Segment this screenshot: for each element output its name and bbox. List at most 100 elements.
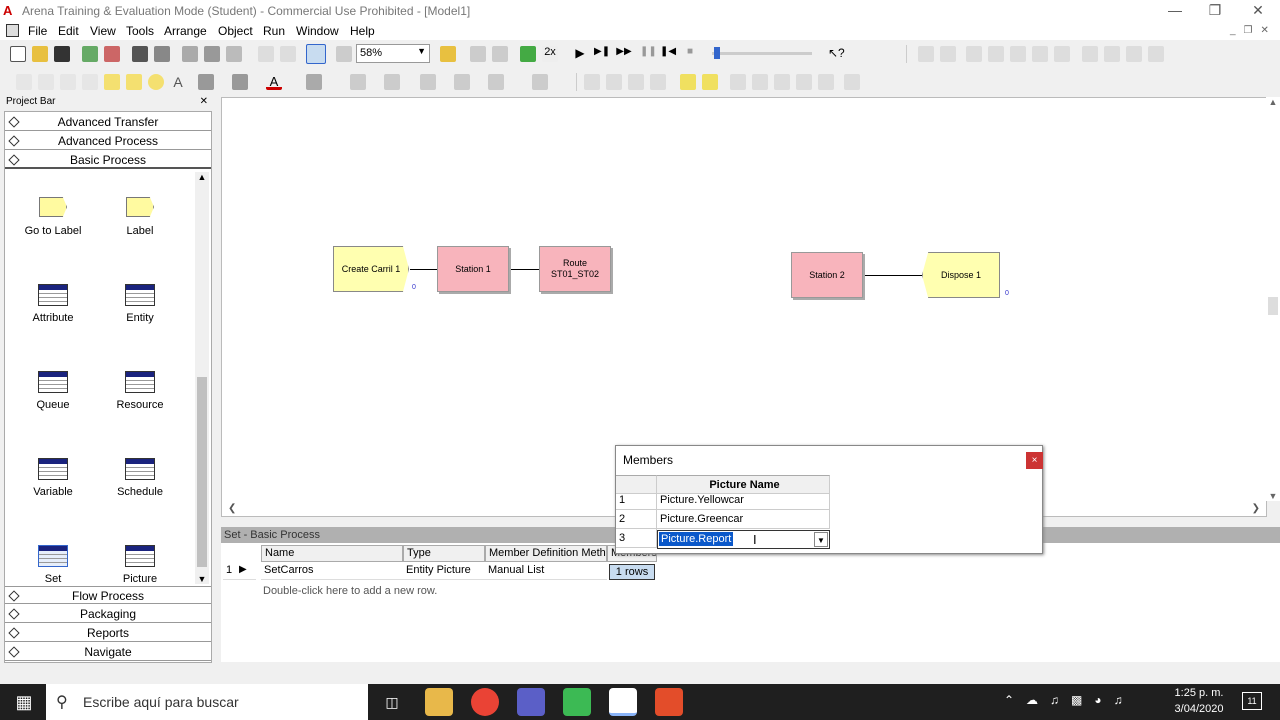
menu-help[interactable]: Help — [350, 24, 375, 38]
module-schedule[interactable]: Schedule — [100, 458, 180, 500]
end-icon[interactable]: ■ — [682, 46, 698, 62]
ellipse-icon[interactable] — [148, 74, 164, 90]
bezier-icon[interactable] — [82, 74, 98, 90]
start-over-icon[interactable]: ❚◀ — [660, 46, 676, 62]
document-menu-icon[interactable] — [6, 24, 19, 37]
connector-2[interactable] — [511, 269, 539, 270]
file-explorer-icon[interactable] — [425, 688, 453, 716]
member-row-3-select[interactable]: Picture.Report I ▼ — [657, 530, 830, 549]
show-dimensions-icon[interactable] — [532, 74, 548, 90]
zoom-icon[interactable] — [336, 46, 352, 62]
menu-edit[interactable]: Edit — [58, 24, 79, 38]
arrow-style-icon[interactable] — [420, 74, 436, 90]
station-icon[interactable] — [1148, 46, 1164, 62]
members-rows-button[interactable]: 1 rows — [609, 564, 655, 580]
arena-app-icon[interactable]: A — [3, 3, 18, 18]
module-picture[interactable]: Picture — [100, 545, 180, 587]
station-1-module[interactable]: Station 1 — [437, 246, 509, 292]
system-tray-icons[interactable]: ⌃☁♫▩◕♫ — [1004, 693, 1135, 707]
fill-pattern-icon[interactable] — [488, 74, 504, 90]
context-help-icon[interactable]: ↖? — [828, 46, 845, 62]
route-module[interactable]: Route ST01_ST02 — [539, 246, 611, 292]
text-icon[interactable]: A — [170, 74, 186, 90]
display-icon[interactable] — [520, 46, 536, 62]
copy-icon[interactable] — [204, 46, 220, 62]
queue-icon[interactable] — [1054, 46, 1070, 62]
panel-advanced-transfer[interactable]: Advanced Transfer — [5, 113, 211, 131]
module-variable[interactable]: Variable — [13, 458, 93, 500]
connect-icon[interactable] — [470, 46, 486, 62]
animate-date-icon[interactable] — [940, 46, 956, 62]
line-icon[interactable] — [16, 74, 32, 90]
menu-run[interactable]: Run — [263, 24, 285, 38]
step-icon[interactable]: ▶❚ — [594, 46, 610, 62]
search-input[interactable]: Escribe aquí para buscar — [83, 694, 239, 710]
panel-navigate[interactable]: Navigate — [5, 643, 211, 661]
zoom-select[interactable]: 58% ▼ — [356, 44, 430, 63]
member-row-1-name[interactable]: Picture.Yellowcar — [657, 491, 830, 510]
dialog-close-button[interactable]: × — [1026, 452, 1043, 469]
chrome-icon[interactable] — [471, 688, 499, 716]
minimize-icon[interactable]: — — [1160, 2, 1190, 19]
animation-speed-slider[interactable] — [712, 47, 812, 59]
transporter-icon[interactable] — [1126, 46, 1142, 62]
open-icon[interactable] — [32, 46, 48, 62]
module-entity[interactable]: Entity — [100, 284, 180, 326]
path-icon[interactable] — [844, 74, 860, 90]
plot-icon[interactable] — [1032, 46, 1048, 62]
go-icon[interactable]: ▶ — [572, 46, 588, 62]
module-attribute[interactable]: Attribute — [13, 284, 93, 326]
print-icon[interactable] — [132, 46, 148, 62]
fast-forward-icon[interactable]: ▶▶ — [616, 46, 632, 62]
module-queue[interactable]: Queue — [13, 371, 93, 413]
check-model-icon[interactable]: 2x — [542, 46, 558, 62]
arc-icon[interactable] — [60, 74, 76, 90]
restore-icon[interactable]: ❐ — [1200, 2, 1230, 19]
column-name[interactable]: Name — [261, 545, 403, 562]
global-icon[interactable] — [1104, 46, 1120, 62]
menu-file[interactable]: File — [28, 24, 47, 38]
clock-time[interactable]: 1:25 p. m. — [1168, 687, 1230, 699]
station-marker-icon[interactable] — [492, 46, 508, 62]
menu-tools[interactable]: Tools — [126, 24, 154, 38]
station-2-module[interactable]: Station 2 — [791, 252, 863, 298]
arena-taskbar-icon[interactable] — [609, 688, 637, 716]
panel-flow-process[interactable]: Flow Process — [5, 586, 211, 604]
menu-object[interactable]: Object — [218, 24, 253, 38]
connector-1[interactable] — [410, 269, 437, 270]
cell-type[interactable]: Entity Picture — [403, 562, 485, 580]
network-icon[interactable] — [796, 74, 812, 90]
column-member-definition-method[interactable]: Member Definition Method — [485, 545, 607, 562]
resource-icon[interactable] — [1082, 46, 1098, 62]
grid-icon[interactable] — [702, 74, 718, 90]
paste-icon[interactable] — [226, 46, 242, 62]
create-module[interactable]: Create Carril 1 — [333, 246, 409, 292]
level-icon[interactable] — [988, 46, 1004, 62]
text-color-icon[interactable]: A — [266, 74, 282, 90]
menu-arrange[interactable]: Arrange — [164, 24, 207, 38]
cut-icon[interactable] — [182, 46, 198, 62]
polyline-icon[interactable] — [38, 74, 54, 90]
recorder-icon[interactable] — [655, 688, 683, 716]
column-type[interactable]: Type — [403, 545, 485, 562]
view-region-icon[interactable] — [306, 44, 326, 64]
histogram-icon[interactable] — [1010, 46, 1026, 62]
taskbar-search[interactable]: ⚲ Escribe aquí para buscar — [46, 684, 368, 720]
line-width-icon[interactable] — [350, 74, 366, 90]
segment-icon[interactable] — [752, 74, 768, 90]
module-label[interactable]: Label — [100, 197, 180, 237]
clock-date[interactable]: 3/04/2020 — [1168, 703, 1230, 715]
chevron-down-icon[interactable]: ▼ — [814, 532, 828, 547]
print-preview-icon[interactable] — [154, 46, 170, 62]
distance-icon[interactable] — [774, 74, 790, 90]
fill-color-icon[interactable] — [232, 74, 248, 90]
variable-icon[interactable] — [966, 46, 982, 62]
line-pattern-icon[interactable] — [454, 74, 470, 90]
arrange-icon-3[interactable] — [628, 74, 644, 90]
close-icon[interactable]: ✕ — [1243, 2, 1273, 19]
canvas-vscrollbar[interactable]: ▲ ▼ — [1266, 97, 1280, 501]
menu-view[interactable]: View — [90, 24, 116, 38]
member-row-3-name[interactable]: Picture.Report — [659, 532, 734, 546]
camtasia-icon[interactable] — [563, 688, 591, 716]
notifications-icon[interactable]: 11 — [1242, 692, 1262, 710]
